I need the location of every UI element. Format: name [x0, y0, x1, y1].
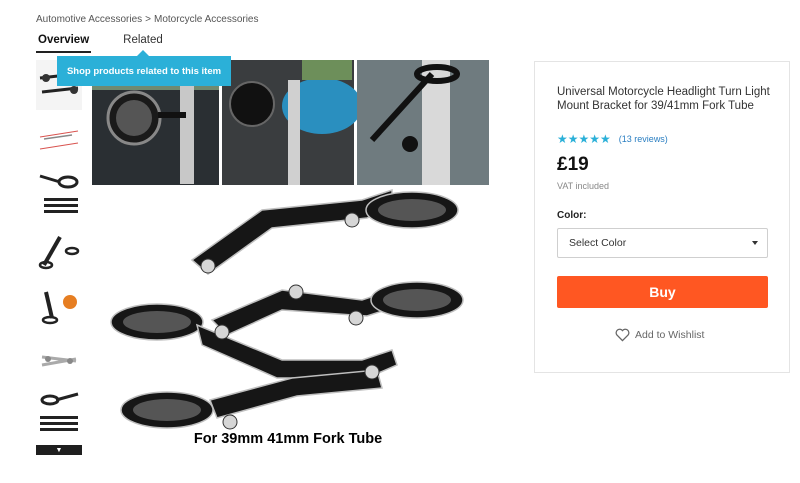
add-to-wishlist-button[interactable]: Add to Wishlist [615, 328, 704, 342]
color-select[interactable]: Select Color [557, 228, 768, 258]
image-caption: For 39mm 41mm Fork Tube [194, 431, 382, 447]
breadcrumb: Automotive Accessories > Motorcycle Access… [36, 14, 259, 25]
tab-overview[interactable]: Overview [36, 33, 92, 53]
photo-tank [222, 60, 362, 185]
wishlist-label: Add to Wishlist [635, 329, 705, 341]
heart-icon [615, 328, 630, 342]
product-rating: ★★★★★ (13 reviews) [557, 132, 668, 146]
product-info-panel: Universal Motorcycle Headlight Turn Ligh… [534, 61, 790, 373]
product-price: £19 [557, 154, 589, 175]
thumbnail-2[interactable] [36, 115, 82, 165]
thumbnail-7[interactable] [36, 390, 82, 440]
star-rating-icon: ★★★★★ [557, 132, 611, 146]
thumbnail-4[interactable] [36, 225, 82, 275]
arrow-down-icon: ▼ [55, 446, 63, 454]
color-select-value: Select Color [569, 237, 627, 249]
product-tabs: Overview Related [36, 33, 195, 53]
main-product-image[interactable]: For 39mm 41mm Fork Tube [92, 60, 489, 455]
breadcrumb-link-automotive[interactable]: Automotive Accessories [36, 14, 142, 25]
vat-note: VAT included [557, 181, 610, 191]
thumbnail-6[interactable] [36, 335, 82, 385]
thumbnails-more-button[interactable]: ▼ [36, 445, 82, 455]
product-title: Universal Motorcycle Headlight Turn Ligh… [557, 86, 770, 112]
chevron-down-icon [752, 241, 758, 245]
reviews-link[interactable]: (13 reviews) [619, 134, 668, 144]
photo-bracket-closeup [357, 60, 489, 185]
thumbnail-strip: ▼ [36, 60, 82, 455]
related-tooltip: Shop products related to this item [57, 50, 231, 86]
color-label: Color: [557, 210, 587, 221]
thumbnail-3[interactable] [36, 170, 82, 220]
thumbnail-5[interactable] [36, 280, 82, 330]
breadcrumb-link-motorcycle[interactable]: Motorcycle Accessories [154, 14, 258, 25]
breadcrumb-separator: > [145, 14, 152, 25]
buy-button[interactable]: Buy [557, 276, 768, 308]
